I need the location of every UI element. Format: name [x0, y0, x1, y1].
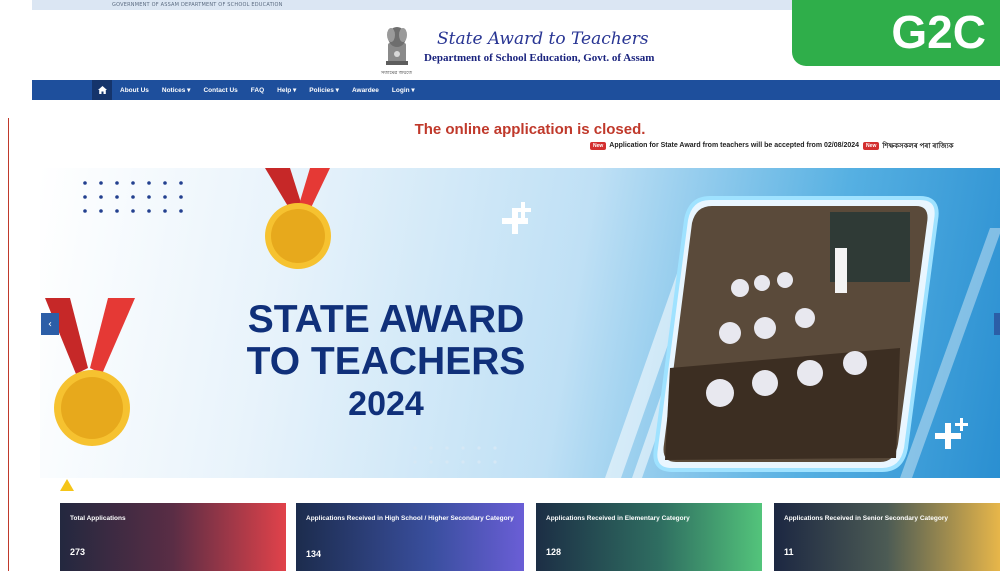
stat-card-senior-secondary[interactable]: Applications Received in Senior Secondar…: [774, 503, 1000, 571]
chevron-left-icon: ‹: [48, 318, 52, 330]
stat-card-label: Applications Received in Senior Secondar…: [784, 515, 948, 522]
banner-title-line1: STATE AWARD: [247, 298, 525, 341]
nav-policies[interactable]: Policies ▾: [309, 86, 339, 94]
banner-title-line3: 2024: [348, 385, 424, 423]
classroom-photo: [653, 196, 939, 472]
page-root: GOVERNMENT OF ASSAM DEPARTMENT OF SCHOOL…: [0, 0, 1000, 571]
g2c-badge: G2C: [792, 0, 1000, 66]
hero-banner: STATE AWARD TO TEACHERS 2024: [40, 168, 1000, 478]
main-navbar: About Us Notices ▾ Contact Us FAQ Help ▾…: [32, 80, 1000, 100]
top-strip-text: GOVERNMENT OF ASSAM DEPARTMENT OF SCHOOL…: [112, 2, 283, 8]
stat-card-value: 11: [784, 547, 794, 557]
emblem-icon: [386, 27, 408, 65]
left-border-line: [8, 118, 9, 571]
carousel-prev-button[interactable]: ‹: [41, 313, 59, 335]
triangle-decoration: [60, 479, 74, 491]
nav-notices[interactable]: Notices ▾: [162, 86, 191, 94]
new-badge-2: New: [863, 141, 880, 150]
site-title: State Award to Teachers: [437, 29, 649, 49]
medal-icon: [265, 168, 331, 269]
ticker-text: Application for State Award from teacher…: [609, 142, 860, 149]
banner-title-line2: TO TEACHERS: [246, 340, 526, 383]
carousel-next-button[interactable]: [994, 313, 1000, 335]
stat-card-value: 128: [546, 547, 562, 557]
stat-card-value: 273: [70, 547, 86, 557]
nav-login[interactable]: Login ▾: [392, 86, 415, 94]
nav-faq[interactable]: FAQ: [251, 87, 264, 94]
stat-card-high-school[interactable]: Applications Received in High School / H…: [296, 503, 524, 571]
application-closed-notice: The online application is closed.: [414, 121, 646, 138]
emblem-caption: সত্যমেৱ জয়তে: [381, 70, 412, 76]
home-glyph-icon: [97, 86, 107, 94]
stat-card-total[interactable]: Total Applications 273: [60, 503, 286, 571]
stat-card-label: Applications Received in Elementary Cate…: [546, 515, 690, 522]
news-ticker[interactable]: New Application for State Award from tea…: [590, 140, 954, 151]
nav-help[interactable]: Help ▾: [277, 86, 296, 94]
home-icon[interactable]: [92, 80, 112, 100]
dot-grid-decoration-2: [413, 446, 497, 464]
site-subtitle: Department of School Education, Govt. of…: [424, 52, 655, 64]
stat-card-elementary[interactable]: Applications Received in Elementary Cate…: [536, 503, 762, 571]
new-badge: New: [590, 141, 607, 150]
ticker-text-2: শিক্ষকসকলৰ পৰা ৰাজ্যিক: [882, 142, 954, 150]
banner-title: STATE AWARD TO TEACHERS 2024: [226, 299, 546, 425]
nav-contact-us[interactable]: Contact Us: [203, 87, 237, 94]
nav-about-us[interactable]: About Us: [120, 87, 149, 94]
stat-card-label: Total Applications: [70, 515, 126, 522]
stat-card-label: Applications Received in High School / H…: [306, 515, 514, 522]
dot-grid-decoration: [83, 181, 183, 213]
stat-card-value: 134: [306, 549, 322, 559]
nav-awardee[interactable]: Awardee: [352, 87, 379, 94]
